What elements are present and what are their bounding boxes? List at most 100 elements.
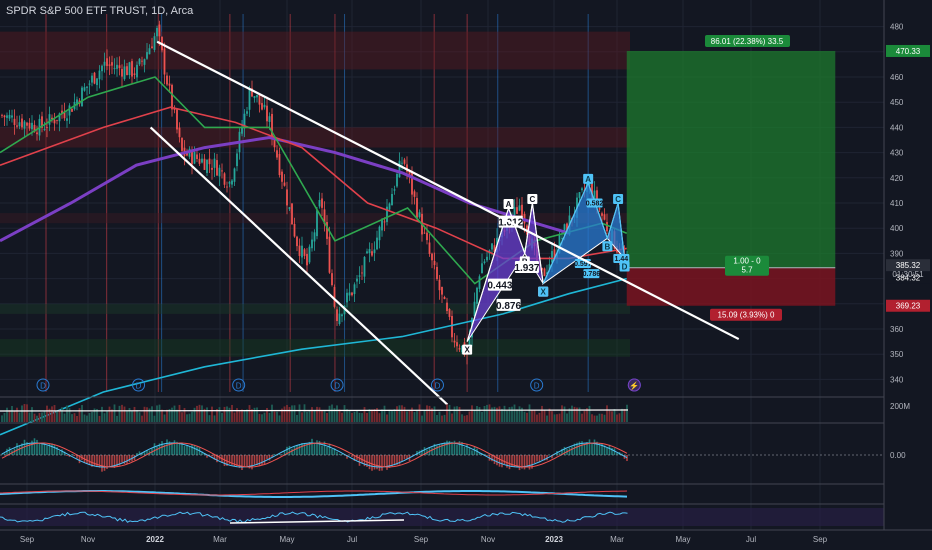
candle-body [296, 236, 298, 247]
volume-bar [303, 404, 306, 422]
price-label-target: 470.33 [896, 47, 921, 56]
candle-body [403, 159, 406, 164]
oscillator-bar [368, 455, 371, 470]
candle-body [221, 170, 223, 172]
oscillator-bar [358, 455, 361, 466]
candle-body [418, 212, 421, 218]
candle-body [543, 268, 546, 277]
volume-bar [23, 404, 26, 422]
oscillator-bar [291, 448, 293, 455]
y-tick-5: 430 [890, 149, 904, 158]
volume-bar [278, 415, 281, 422]
candle-body [426, 232, 428, 241]
oscillator-bar [371, 455, 373, 471]
oscillator-bar [516, 455, 518, 467]
volume-bar [336, 405, 338, 422]
volume-bar [308, 410, 311, 422]
volume-bar [128, 408, 131, 422]
volume-bar [261, 414, 263, 422]
volume-bar [581, 413, 583, 422]
oscillator-bar [33, 438, 36, 455]
oscillator-bar [41, 443, 43, 455]
volume-bar [523, 411, 526, 422]
volume-bar [391, 410, 393, 422]
candle-body [281, 171, 283, 182]
volume-bar [231, 404, 233, 422]
candle-body [48, 114, 51, 125]
candle-body [213, 158, 216, 168]
pattern-1-label-B: B [604, 242, 610, 251]
oscillator-bar [461, 441, 463, 455]
oscillator-bar [608, 444, 611, 455]
candle-body [336, 309, 338, 322]
volume-bar [498, 406, 501, 422]
volume-bar [418, 404, 421, 422]
volume-bar [226, 406, 228, 422]
volume-bar [441, 415, 443, 422]
candle-body [483, 261, 486, 264]
candle-body [123, 66, 126, 80]
candle-body [228, 181, 231, 184]
volume-bar [238, 411, 241, 422]
candle-body [286, 189, 288, 206]
volume-bar [1, 415, 3, 422]
oscillator-bar [156, 446, 158, 455]
candle-body [211, 167, 213, 170]
candle-body [313, 232, 316, 242]
volume-bar [283, 406, 286, 422]
volume-bar [366, 412, 368, 422]
candle-body [518, 205, 521, 211]
volume-bar [588, 405, 591, 422]
target-box-text: 86.01 (22.38%) 33.5 [711, 37, 784, 46]
chart-svg[interactable]: XABCDXABCD1.0120.4431.9370.8760.5820.597… [0, 0, 932, 550]
candle-body [66, 118, 68, 121]
volume-bar [346, 409, 348, 422]
candle-body [93, 72, 96, 84]
volume-bar [388, 409, 391, 422]
volume-bar [256, 407, 258, 422]
volume-bar [476, 405, 478, 422]
volume-bar [153, 415, 156, 422]
candle-body [16, 125, 18, 127]
pattern-ratio-4: 0.582 [586, 201, 604, 208]
volume-bar [493, 406, 496, 422]
volume-bar [516, 409, 518, 422]
volume-bar [408, 410, 411, 422]
candle-body [301, 245, 303, 258]
oscillator-bar [96, 455, 98, 468]
oscillator-bar [296, 444, 298, 455]
volume-bar [53, 405, 56, 422]
candle-body [151, 46, 153, 49]
volume-bar [393, 409, 396, 422]
volume-bar [616, 414, 618, 422]
volume-bar [206, 407, 208, 422]
oscillator-bar [473, 446, 476, 455]
volume-bar [161, 409, 163, 422]
volume-bar [603, 414, 606, 422]
candle-body [383, 221, 386, 223]
candle-body [283, 182, 286, 186]
oscillator-bar [568, 447, 571, 455]
volume-bar [381, 409, 383, 422]
volume-bar [508, 407, 511, 422]
oscillator-bar [88, 455, 91, 465]
volume-bar [513, 404, 516, 422]
oscillator-bar [373, 455, 376, 470]
volume-bar [156, 405, 158, 422]
candle-body [141, 60, 143, 62]
volume-bar [186, 414, 188, 422]
volume-bar [38, 412, 41, 422]
volume-bar [423, 410, 426, 422]
volume-bar [466, 415, 468, 422]
earnings-marker-icon: ⚡ [629, 381, 639, 391]
pattern-ratio-2: 1.937 [514, 263, 539, 274]
volume-bar [213, 415, 216, 422]
x-tick-0: Sep [20, 535, 35, 544]
candle-body [521, 204, 523, 218]
countdown-label: 01:30:51 [892, 270, 924, 279]
volume-bar [218, 407, 221, 422]
volume-bar [453, 406, 456, 422]
volume-bar [136, 410, 138, 422]
volume-bar [33, 413, 36, 422]
candle-body [43, 129, 46, 131]
